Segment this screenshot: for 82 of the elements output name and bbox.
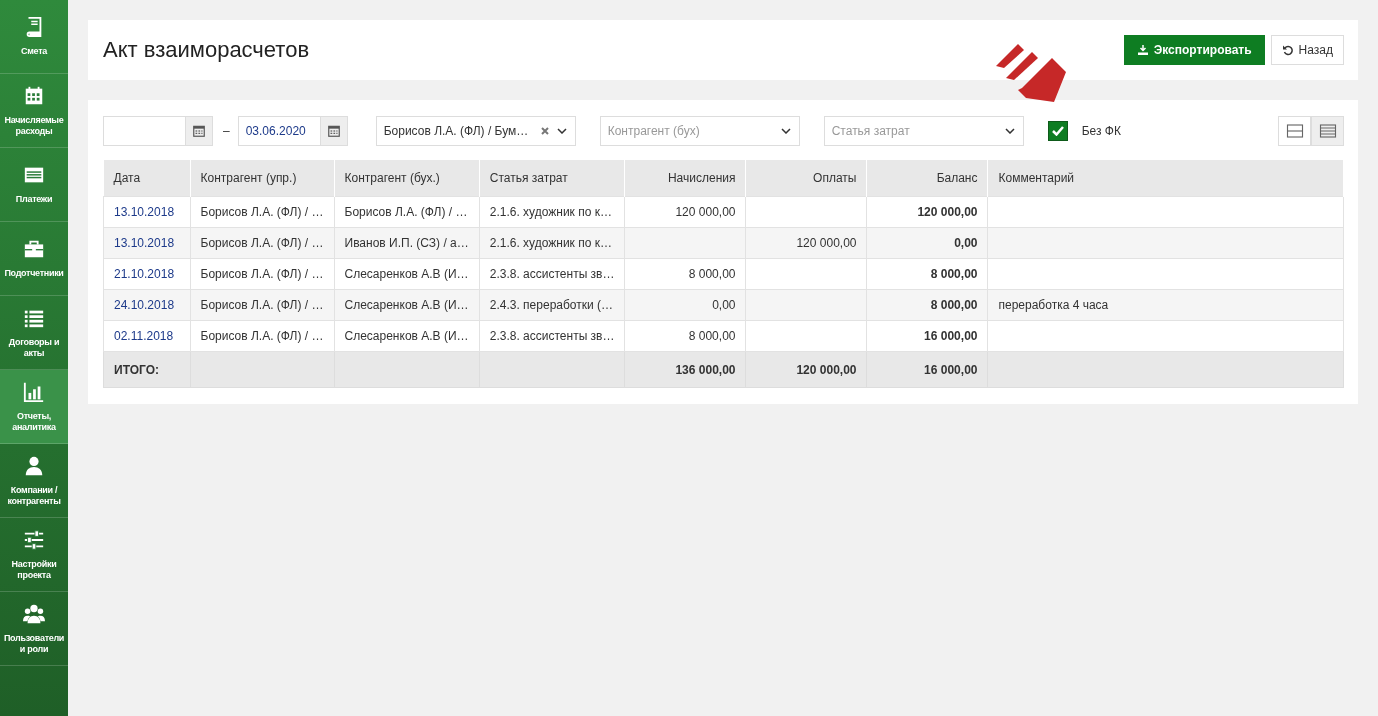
undo-icon xyxy=(1281,44,1294,56)
date-link[interactable]: 13.10.2018 xyxy=(103,196,190,228)
date-range-dash: – xyxy=(223,124,230,138)
sliders-icon xyxy=(23,528,45,551)
table-cell: Иванов И.П. (СЗ) / а… xyxy=(334,227,480,259)
table-cell: 8 000,00 xyxy=(625,258,746,290)
sidebar-item[interactable]: Настройки проекта xyxy=(0,518,68,592)
table-cell: 0,00 xyxy=(867,227,988,259)
bar-chart-icon xyxy=(23,380,45,403)
date-input[interactable] xyxy=(103,116,185,146)
users-icon xyxy=(23,602,45,625)
table-cell: 2.4.3. переработки (… xyxy=(479,289,625,321)
table-cell: Борисов Л.А. (ФЛ) / … xyxy=(190,196,334,228)
table-cell: 120 000,00 xyxy=(746,227,867,259)
checkbox[interactable] xyxy=(1047,121,1068,141)
table-cell: 2.1.6. художник по к… xyxy=(479,196,625,228)
table-cell: Борисов Л.А. (ФЛ) / … xyxy=(190,320,334,352)
table-cell: Слесаренков А.В (И… xyxy=(334,320,480,352)
view-mode-button[interactable] xyxy=(1311,116,1344,146)
calendar-icon xyxy=(192,124,206,138)
table-cell: 2.3.8. ассистенты зв… xyxy=(479,320,625,352)
date-link[interactable]: 13.10.2018 xyxy=(103,227,190,259)
table-cell: 120 000,00 xyxy=(867,196,988,228)
chevron-down-icon xyxy=(780,128,791,134)
table-cell: 0,00 xyxy=(625,289,746,321)
column-header: Баланс xyxy=(867,160,988,197)
select-field[interactable]: Борисов Л.А. (ФЛ) / Бум… xyxy=(375,116,576,146)
calendar-button[interactable] xyxy=(185,116,213,146)
total-cell: 136 000,00 xyxy=(625,351,746,388)
chevron-down-icon xyxy=(1004,128,1015,134)
date-link[interactable]: 21.10.2018 xyxy=(103,258,190,290)
calendar-icon xyxy=(326,124,341,138)
table-cell: 2.1.6. художник по к… xyxy=(479,227,625,259)
table-cell: Борисов Л.А. (ФЛ) / … xyxy=(334,196,480,228)
page-title: Акт взаиморасчетов xyxy=(103,37,310,63)
chevron-down-icon xyxy=(556,128,567,134)
column-header: Дата xyxy=(103,160,190,197)
total-cell: 120 000,00 xyxy=(746,351,867,388)
column-header: Комментарий xyxy=(988,160,1344,197)
date-input[interactable]: 03.06.2020 xyxy=(237,116,320,146)
column-header: Оплаты xyxy=(746,160,867,197)
view-mode-button[interactable] xyxy=(1278,116,1311,146)
calendar-icon xyxy=(23,84,45,107)
column-header: Статья затрат xyxy=(479,160,625,197)
sidebar-item[interactable]: Начисляемые расходы xyxy=(0,74,68,148)
sidebar-item[interactable]: Платежи xyxy=(0,148,68,222)
column-header: Начисления xyxy=(625,160,746,197)
table-cell: Борисов Л.А. (ФЛ) / … xyxy=(190,258,334,290)
table-cell: Слесаренков А.В (И… xyxy=(334,258,480,290)
table-cell: переработка 4 часа xyxy=(988,289,1344,321)
clear-icon[interactable] xyxy=(540,127,549,135)
back-button[interactable]: Назад xyxy=(1270,35,1344,65)
table-cell: Борисов Л.А. (ФЛ) / … xyxy=(190,289,334,321)
calendar-button[interactable] xyxy=(319,116,348,146)
arrow-drawing xyxy=(996,44,1066,104)
table-cell: 8 000,00 xyxy=(867,258,988,290)
table-cell: 120 000,00 xyxy=(625,196,746,228)
table-cell: 16 000,00 xyxy=(867,320,988,352)
date-link[interactable]: 02.11.2018 xyxy=(103,320,190,352)
download-icon xyxy=(1136,44,1149,56)
sidebar-item[interactable]: Пользователи и роли xyxy=(0,592,68,666)
split-view-icon xyxy=(1285,122,1304,140)
briefcase-icon xyxy=(23,238,45,260)
table-cell: 8 000,00 xyxy=(625,320,746,352)
export-button[interactable]: Экспортировать xyxy=(1123,35,1265,65)
check-icon xyxy=(1051,126,1064,136)
total-cell: 16 000,00 xyxy=(867,351,988,388)
table-cell: 8 000,00 xyxy=(867,289,988,321)
column-header: Контрагент (упр.) xyxy=(190,160,334,197)
total-cell: ИТОГО: xyxy=(103,351,190,388)
table-cell: Борисов Л.А. (ФЛ) / … xyxy=(190,227,334,259)
person-icon xyxy=(23,454,45,477)
sidebar-item[interactable]: Смета xyxy=(0,0,68,74)
table-cell: 2.3.8. ассистенты зв… xyxy=(479,258,625,290)
table-cell: Слесаренков А.В (И… xyxy=(334,289,480,321)
date-link[interactable]: 24.10.2018 xyxy=(103,289,190,321)
rows-view-icon xyxy=(1318,122,1337,140)
sidebar-item[interactable]: Отчеты, аналитика xyxy=(0,370,68,444)
checkbox-label: Без ФК xyxy=(1081,124,1121,138)
sidebar-item[interactable]: Подотчетники xyxy=(0,222,68,296)
sidebar-item[interactable]: Компании / контрагенты xyxy=(0,444,68,518)
column-header: Контрагент (бух.) xyxy=(334,160,480,197)
